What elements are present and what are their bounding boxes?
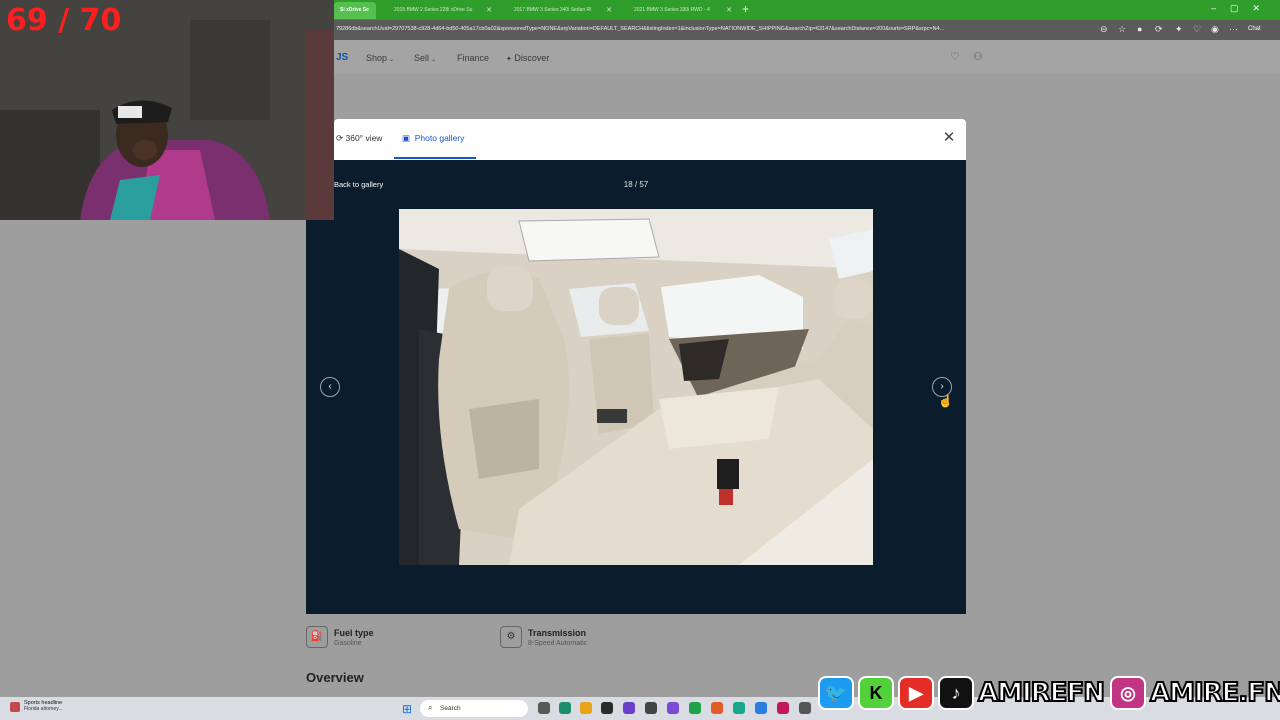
instagram-icon: ◎ (1109, 676, 1146, 710)
task-view-icon[interactable] (538, 702, 550, 714)
tab-label: 2021 BMW 3 Series 330i RWD - 4 (634, 7, 710, 13)
tiktok-icon: ♪ (938, 676, 974, 710)
mouse-cursor-icon: ☝ (938, 394, 953, 408)
close-tab-icon[interactable]: ✕ (606, 6, 612, 14)
chevron-left-icon[interactable]: ‹ (320, 377, 340, 397)
search-label: Search (440, 705, 461, 712)
image-icon: ▣ (402, 133, 411, 143)
kick-icon: K (858, 676, 894, 710)
news-icon (10, 702, 20, 712)
tab-label: Si xDrive Se (340, 7, 369, 13)
tab-360-view[interactable]: ⟳ 360° view (336, 133, 382, 144)
window-controls[interactable]: –▢✕ (1211, 3, 1274, 14)
news-subtitle: Florida attorney... (24, 706, 63, 712)
social-handle: AMIREFN (977, 677, 1106, 709)
tab-label: Photo gallery (414, 133, 465, 143)
browser-tab[interactable]: 2021 BMW 3 Series 330i RWD - 4 ✕ (628, 2, 736, 19)
rear-seat-interior-image (399, 209, 873, 565)
youtube-icon: ▶ (898, 676, 934, 710)
gallery-modal-body: Back to gallery 18 / 57 ‹ › (306, 160, 966, 614)
url-field[interactable]: 79286db&searchUuid=29707538-c928-4d64-bd… (336, 26, 1096, 32)
app-icon[interactable] (711, 702, 723, 714)
active-tab-underline (394, 157, 476, 159)
close-tab-icon[interactable]: ✕ (726, 6, 732, 14)
app-icon[interactable] (645, 702, 657, 714)
search-icon: ⌕ (428, 703, 433, 712)
app-icon[interactable] (777, 702, 789, 714)
fuel-pump-icon: ⛽ (306, 626, 328, 648)
chevron-down-icon: ⌄ (431, 57, 437, 63)
star-icon[interactable]: ☆ (1118, 24, 1126, 35)
browser-tab-active[interactable]: Si xDrive Se (334, 2, 376, 19)
tab-photo-gallery[interactable]: ▣ Photo gallery (402, 133, 464, 144)
rotate-icon: ⟳ (336, 133, 344, 143)
nav-label: Shop (366, 53, 388, 63)
tab-label: 360° view (345, 133, 383, 143)
close-icon[interactable]: ✕ (939, 128, 959, 148)
favorites-icon[interactable]: ♡ (1193, 24, 1201, 35)
chevron-down-icon: ⌄ (389, 57, 395, 63)
nav-finance[interactable]: Finance (457, 53, 489, 63)
profile-icon[interactable]: ◉ (1211, 24, 1219, 35)
heart-icon[interactable]: ♡ (950, 50, 960, 63)
gallery-modal-header: ⟳ 360° view ▣ Photo gallery ✕ (334, 119, 966, 160)
app-icon[interactable] (667, 702, 679, 714)
tab-label: 2017 BMW 3 Series 340i Sedan Rl (514, 7, 592, 13)
chat-button[interactable]: Chat (1248, 26, 1261, 32)
refresh-icon[interactable]: ⟳ (1155, 24, 1163, 35)
close-tab-icon[interactable]: ✕ (486, 6, 492, 14)
edge-icon[interactable] (559, 702, 571, 714)
puzzle-icon[interactable]: ✦ (1175, 24, 1183, 35)
nav-label: Discover (514, 53, 550, 63)
obs-icon[interactable] (601, 702, 613, 714)
app-icon[interactable] (755, 702, 767, 714)
nav-label: Sell (414, 53, 430, 63)
sparkle-icon: ✦ (506, 56, 512, 63)
fuel-type-label: Fuel type (334, 628, 374, 638)
menu-icon[interactable]: ⋯ (1229, 24, 1238, 35)
social-banner: 🐦 K ▶ ♪ AMIREFN ◎ AMIRE.FN (818, 675, 1280, 711)
site-logo[interactable]: JS (336, 52, 348, 63)
news-widget[interactable]: Sports headline Florida attorney... (10, 700, 63, 712)
transmission-label: Transmission (528, 628, 587, 638)
new-tab-button[interactable]: + (742, 2, 749, 16)
discord-icon[interactable] (623, 702, 635, 714)
photo-counter: 18 / 57 (623, 180, 649, 189)
stream-counter: 69 / 70 (6, 3, 122, 38)
zoom-icon[interactable]: ⊖ (1100, 24, 1108, 35)
car-interior-photo (399, 209, 873, 565)
browser-tab[interactable]: 2015 BMW 2 Series 228i xDrive Su ✕ (388, 2, 496, 19)
tab-label: 2015 BMW 2 Series 228i xDrive Su (394, 7, 473, 13)
vehicle-specs: ⛽ Fuel type Gasoline ⚙ Transmission 8-Sp… (306, 624, 966, 654)
transmission-value: 8-Speed Automatic (528, 640, 588, 647)
extension-icon[interactable]: ● (1137, 24, 1142, 34)
overview-heading: Overview (306, 670, 364, 685)
nav-shop[interactable]: Shop ⌄ (366, 53, 394, 63)
user-icon[interactable]: ⚇ (973, 50, 983, 63)
webcam-overlay: 69 / 70 (0, 0, 334, 220)
twitter-icon: 🐦 (818, 676, 854, 710)
app-icon[interactable] (799, 702, 811, 714)
browser-tab[interactable]: 2017 BMW 3 Series 340i Sedan Rl ✕ (508, 2, 616, 19)
back-to-gallery-link[interactable]: Back to gallery (334, 180, 383, 189)
windows-start-icon[interactable]: ⊞ (402, 702, 412, 716)
social-handle: AMIRE.FN (1149, 677, 1280, 709)
nav-sell[interactable]: Sell ⌄ (414, 53, 436, 63)
gearbox-icon: ⚙ (500, 626, 522, 648)
fuel-type-value: Gasoline (334, 640, 362, 647)
nav-discover[interactable]: ✦ Discover (506, 53, 549, 63)
chrome-icon[interactable] (580, 702, 592, 714)
taskbar-search[interactable]: ⌕ Search (420, 700, 528, 717)
app-icon[interactable] (733, 702, 745, 714)
xbox-icon[interactable] (689, 702, 701, 714)
